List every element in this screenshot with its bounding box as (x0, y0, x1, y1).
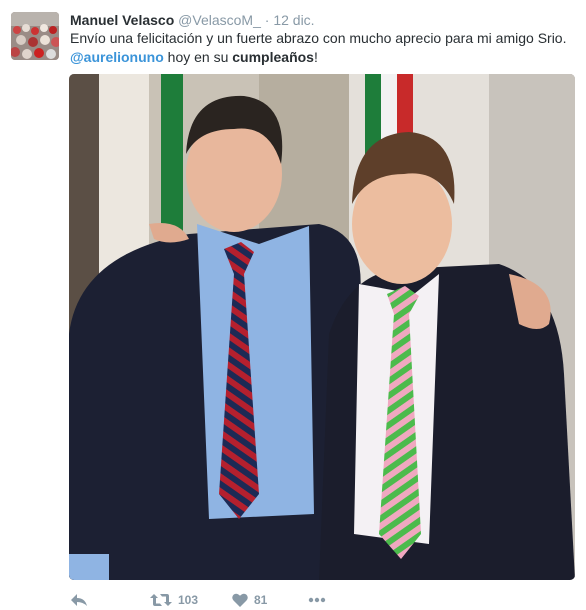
reply-icon (70, 593, 88, 607)
retweet-count: 103 (178, 593, 199, 607)
tweet-timestamp[interactable]: 12 dic. (273, 12, 314, 28)
author-fullname[interactable]: Manuel Velasco (70, 12, 174, 28)
like-count: 81 (254, 593, 268, 607)
avatar[interactable] (11, 12, 59, 60)
tweet-actions: 103 81 (70, 590, 326, 610)
tweet: Manuel Velasco @VelascoM_ · 12 dic. Enví… (0, 0, 586, 610)
retweet-button[interactable]: 103 (150, 593, 210, 607)
mention-link[interactable]: @aurelionuno (70, 49, 164, 65)
tweet-header: Manuel Velasco @VelascoM_ · 12 dic. (70, 11, 315, 29)
heart-icon (232, 593, 248, 607)
tweet-text: Envío una felicitación y un fuerte abraz… (70, 29, 570, 67)
header-separator: · (264, 12, 270, 28)
more-button[interactable] (308, 597, 326, 603)
tweet-text-part1: Envío una felicitación y un fuerte abraz… (70, 30, 567, 46)
tweet-photo[interactable] (69, 74, 575, 580)
author-screen-name[interactable]: @VelascoM_ (178, 12, 261, 28)
reply-button[interactable] (70, 593, 110, 607)
retweet-icon (150, 593, 172, 607)
hashtag-word: cumpleaños (232, 49, 314, 65)
tweet-text-part3: ! (313, 49, 318, 65)
more-icon (308, 597, 326, 603)
tweet-text-part2: hoy en su (163, 49, 233, 65)
like-button[interactable]: 81 (232, 593, 288, 607)
